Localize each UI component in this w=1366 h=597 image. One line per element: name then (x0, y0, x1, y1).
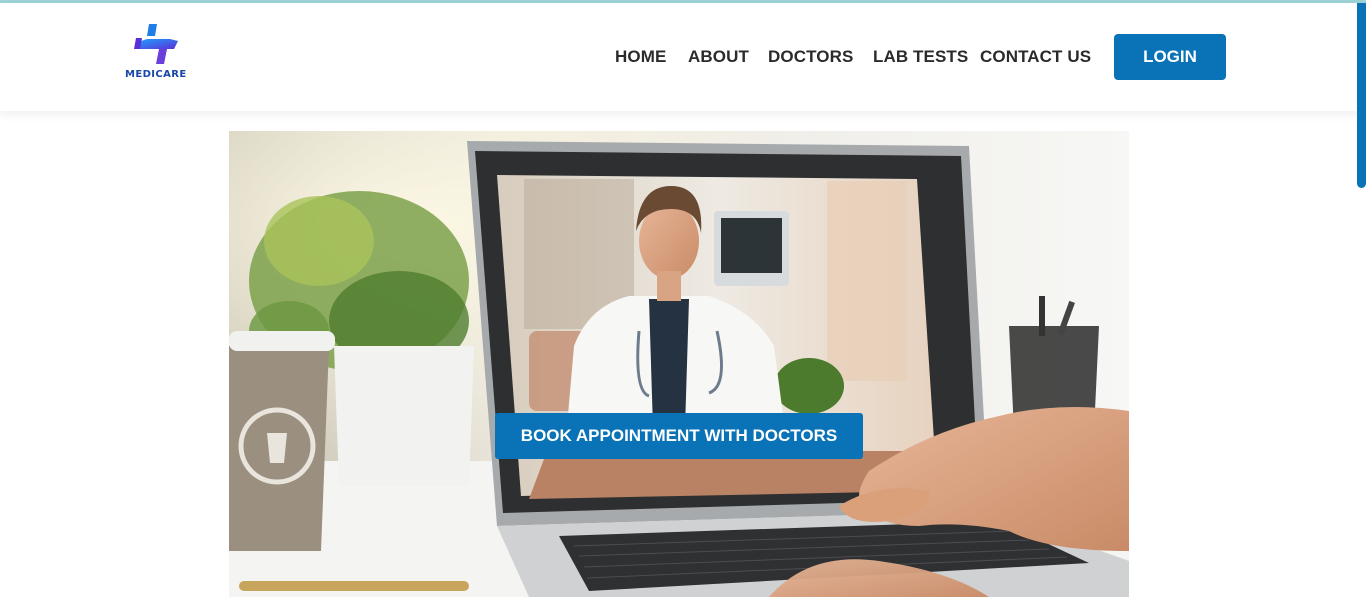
hero-banner (229, 131, 1129, 597)
brand-name: MEDICARE (125, 69, 187, 80)
scrollbar-thumb[interactable] (1357, 3, 1366, 188)
nav-doctors[interactable]: DOCTORS (768, 47, 853, 67)
site-header: MEDICARE HOME ABOUT DOCTORS LAB TESTS CO… (0, 3, 1366, 111)
nav-lab-tests[interactable]: LAB TESTS (873, 47, 968, 67)
nav-about[interactable]: ABOUT (688, 47, 749, 67)
book-appointment-button[interactable]: BOOK APPOINTMENT WITH DOCTORS (495, 413, 863, 459)
nav-contact-us[interactable]: CONTACT US (980, 47, 1091, 67)
logo[interactable]: MEDICARE (124, 24, 192, 82)
hero-telemedicine-image (229, 131, 1129, 597)
login-button[interactable]: LOGIN (1114, 34, 1226, 80)
medical-cross-logo-icon (134, 24, 178, 64)
nav-home[interactable]: HOME (615, 47, 666, 67)
